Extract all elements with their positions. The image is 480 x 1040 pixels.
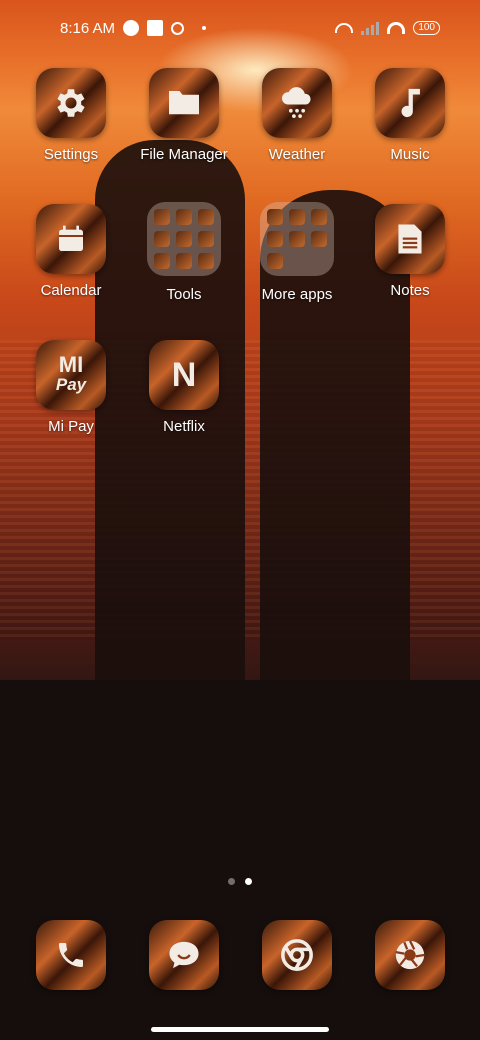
page-dot-1[interactable] (228, 878, 235, 885)
mini-app-icon (198, 231, 214, 247)
app-label: Tools (166, 286, 202, 303)
location-icon (171, 21, 185, 35)
app-calendar[interactable]: Calendar (15, 204, 127, 299)
app-label: Settings (43, 146, 99, 163)
app-weather[interactable]: Weather (241, 68, 353, 163)
app-label: File Manager (140, 146, 228, 163)
app-file-manager[interactable]: File Manager (128, 68, 240, 163)
mini-app-icon (176, 209, 192, 225)
mini-app-icon (198, 209, 214, 225)
app-mi-pay[interactable]: MI Pay Mi Pay (15, 340, 127, 435)
app-netflix[interactable]: N Netflix (128, 340, 240, 435)
app-label: Music (390, 146, 430, 163)
app-label: Weather (268, 146, 326, 163)
folder-grid-icon (147, 202, 221, 276)
mi-pay-text: Pay (55, 375, 87, 394)
square-notification-icon (147, 20, 164, 36)
app-music[interactable]: Music (354, 68, 466, 163)
mini-app-icon (267, 209, 283, 225)
signal-icon (361, 21, 380, 35)
mi-logo-icon: MI (58, 352, 84, 377)
dock-phone[interactable] (15, 920, 127, 990)
calendar-icon (36, 204, 106, 274)
hotspot-icon (335, 23, 354, 33)
netflix-letter: N (171, 355, 197, 394)
more-notifications-dot (202, 26, 207, 30)
gear-icon (36, 68, 106, 138)
page-dot-2[interactable] (245, 878, 252, 885)
folder-icon (149, 68, 219, 138)
mi-pay-icon: MI Pay (36, 340, 106, 410)
camera-icon (375, 920, 445, 990)
mini-app-icon (311, 231, 327, 247)
mini-app-icon (198, 253, 214, 269)
dock-camera[interactable] (354, 920, 466, 990)
mini-app-icon (267, 231, 283, 247)
status-time: 8:16 AM (60, 19, 116, 37)
app-label: More apps (261, 286, 333, 303)
phone-icon (36, 920, 106, 990)
folder-more-apps[interactable]: More apps (241, 202, 353, 303)
page-indicator[interactable] (0, 878, 480, 885)
mini-app-icon (311, 209, 327, 225)
mini-app-icon (176, 231, 192, 247)
chrome-icon (262, 920, 332, 990)
home-indicator-bar[interactable] (151, 1027, 329, 1032)
app-label: Netflix (163, 418, 205, 435)
mini-app-icon (154, 209, 170, 225)
mini-app-icon (154, 253, 170, 269)
note-icon (375, 204, 445, 274)
app-label: Notes (390, 282, 430, 299)
music-note-icon (375, 68, 445, 138)
app-notification-icon (123, 20, 140, 36)
folder-tools[interactable]: Tools (128, 202, 240, 303)
folder-grid-icon (260, 202, 334, 276)
status-bar: 8:16 AM 100 (0, 0, 480, 56)
mini-app-icon (176, 253, 192, 269)
dock-messages[interactable] (128, 920, 240, 990)
app-notes[interactable]: Notes (354, 204, 466, 299)
app-settings[interactable]: Settings (15, 68, 127, 163)
message-icon (149, 920, 219, 990)
mini-app-icon (267, 253, 283, 269)
dock-chrome[interactable] (241, 920, 353, 990)
mini-app-icon (154, 231, 170, 247)
app-label: Calendar (40, 282, 102, 299)
mini-app-icon (289, 231, 305, 247)
netflix-icon: N (149, 340, 219, 410)
wifi-icon (387, 22, 406, 34)
mini-app-icon (289, 209, 305, 225)
app-label: Mi Pay (48, 418, 94, 435)
cloud-snow-icon (262, 68, 332, 138)
battery-icon: 100 (413, 21, 440, 35)
